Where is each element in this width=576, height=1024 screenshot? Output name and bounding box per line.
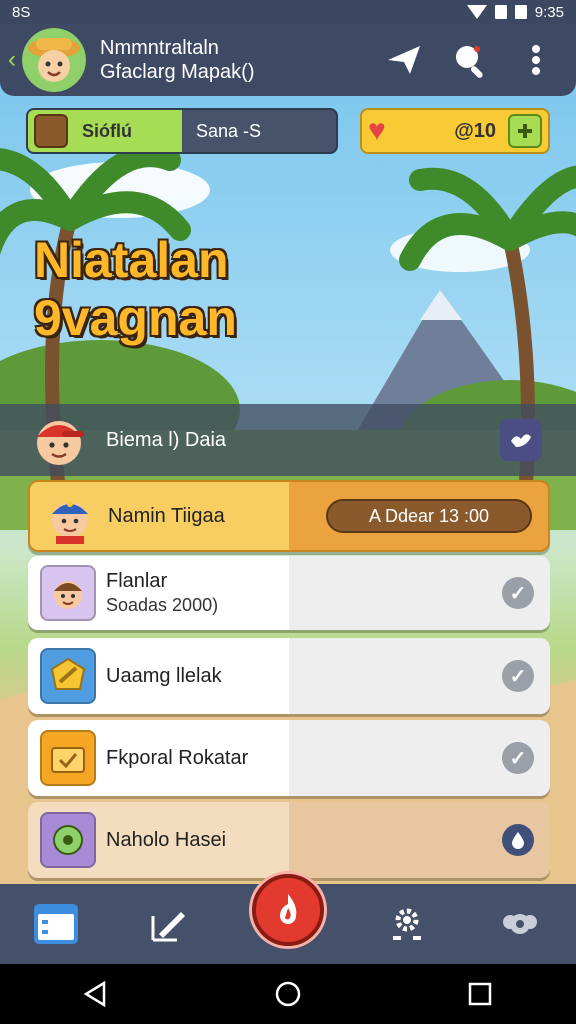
list-item-subtitle: Soadas 2000): [106, 595, 219, 616]
nav-settings[interactable]: [377, 894, 437, 954]
list-item-title: Uaamg llelak: [106, 665, 222, 687]
list-item-1[interactable]: Flanlar Soadas 2000) ✓: [28, 556, 550, 630]
group-icon: [502, 914, 537, 934]
nav-main-action[interactable]: [251, 874, 324, 946]
chest-icon: [34, 114, 68, 148]
bottom-navigation: [0, 874, 576, 964]
nav-edit[interactable]: [139, 894, 199, 954]
recents-square-icon[interactable]: [466, 980, 494, 1008]
folder-check-icon: [40, 730, 96, 786]
featured-action-button[interactable]: [500, 419, 542, 461]
wifi-icon: [466, 5, 487, 19]
status-left-text: 8S: [12, 3, 31, 21]
list-item-3[interactable]: Fkporal Rokatar ✓: [28, 720, 550, 796]
home-circle-icon[interactable]: [274, 980, 302, 1008]
calendar-icon: [34, 904, 79, 944]
search-button[interactable]: [444, 34, 496, 86]
game-title-line2: 9vagnan: [34, 289, 237, 346]
send-icon: [388, 46, 420, 74]
droplet-icon: [502, 824, 534, 856]
list-item-4[interactable]: Naholo Hasei: [28, 802, 550, 878]
avatar[interactable]: [22, 28, 86, 92]
more-button[interactable]: [510, 34, 562, 86]
list-item-title: Fkporal Rokatar: [106, 747, 249, 769]
game-title-line1: Niatalan: [34, 232, 229, 288]
nav-social[interactable]: [490, 894, 550, 954]
nav-calendar[interactable]: [26, 894, 86, 954]
check-icon: ✓: [502, 742, 534, 774]
signal-icon: [494, 5, 507, 19]
send-button[interactable]: [378, 34, 430, 86]
quest-avatar: [42, 488, 98, 544]
lives-bar: ♥ @10: [360, 108, 550, 154]
search-icon: [456, 46, 483, 78]
status-time: 9:35: [534, 3, 564, 21]
resource-bar[interactable]: Sióflú Sana -S: [26, 108, 338, 154]
featured-avatar: [26, 407, 92, 473]
list-item-title: Flanlar: [106, 570, 168, 593]
app-header: ‹ Nmmntraltaln Gfaclarg Mapak(): [0, 24, 576, 96]
heart-icon: ♥: [368, 114, 386, 147]
bird-icon: [511, 434, 531, 447]
system-navigation: [0, 964, 576, 1024]
lives-value: @10: [454, 119, 496, 142]
flame-icon: [279, 894, 297, 924]
list-item-2[interactable]: Uaamg llelak ✓: [28, 638, 550, 714]
back-triangle-icon[interactable]: [82, 980, 110, 1008]
quest-timer: A Ddear 13 :00: [326, 499, 532, 533]
game-title: Niatalan 9vagnan: [34, 232, 237, 347]
character-icon: [40, 565, 96, 621]
list-item-title: Naholo Hasei: [106, 829, 227, 851]
gear-icon: [392, 908, 421, 940]
more-vertical-icon: [532, 45, 540, 75]
header-title: Nmmntraltaln: [100, 37, 219, 59]
header-subtitle: Gfaclarg Mapak(): [100, 61, 255, 83]
featured-row[interactable]: Biema l) Daia: [0, 404, 576, 476]
plus-icon: [518, 124, 532, 138]
quest-card-active[interactable]: Namin Tiigaa A Ddear 13 :00: [28, 480, 550, 552]
badge-icon: [40, 648, 96, 704]
resource-primary: Sióflú: [28, 110, 182, 152]
compass-icon: [40, 812, 96, 868]
resource-secondary-value: Sana -S: [196, 120, 262, 141]
check-icon: ✓: [502, 577, 534, 609]
edit-icon: [151, 912, 186, 942]
battery-icon: [514, 5, 527, 19]
status-icons: 9:35: [466, 3, 564, 21]
resource-primary-label: Sióflú: [82, 120, 132, 141]
quest-title: Namin Tiigaa: [108, 505, 225, 527]
list-item-text: Flanlar Soadas 2000): [106, 568, 502, 617]
back-button[interactable]: ‹: [2, 40, 22, 80]
header-titles: Nmmntraltaln Gfaclarg Mapak(): [100, 36, 378, 84]
featured-label: Biema l) Daia: [106, 428, 227, 451]
add-lives-button[interactable]: [508, 114, 542, 148]
check-icon: ✓: [502, 660, 534, 692]
status-bar: 8S 9:35: [0, 0, 576, 24]
